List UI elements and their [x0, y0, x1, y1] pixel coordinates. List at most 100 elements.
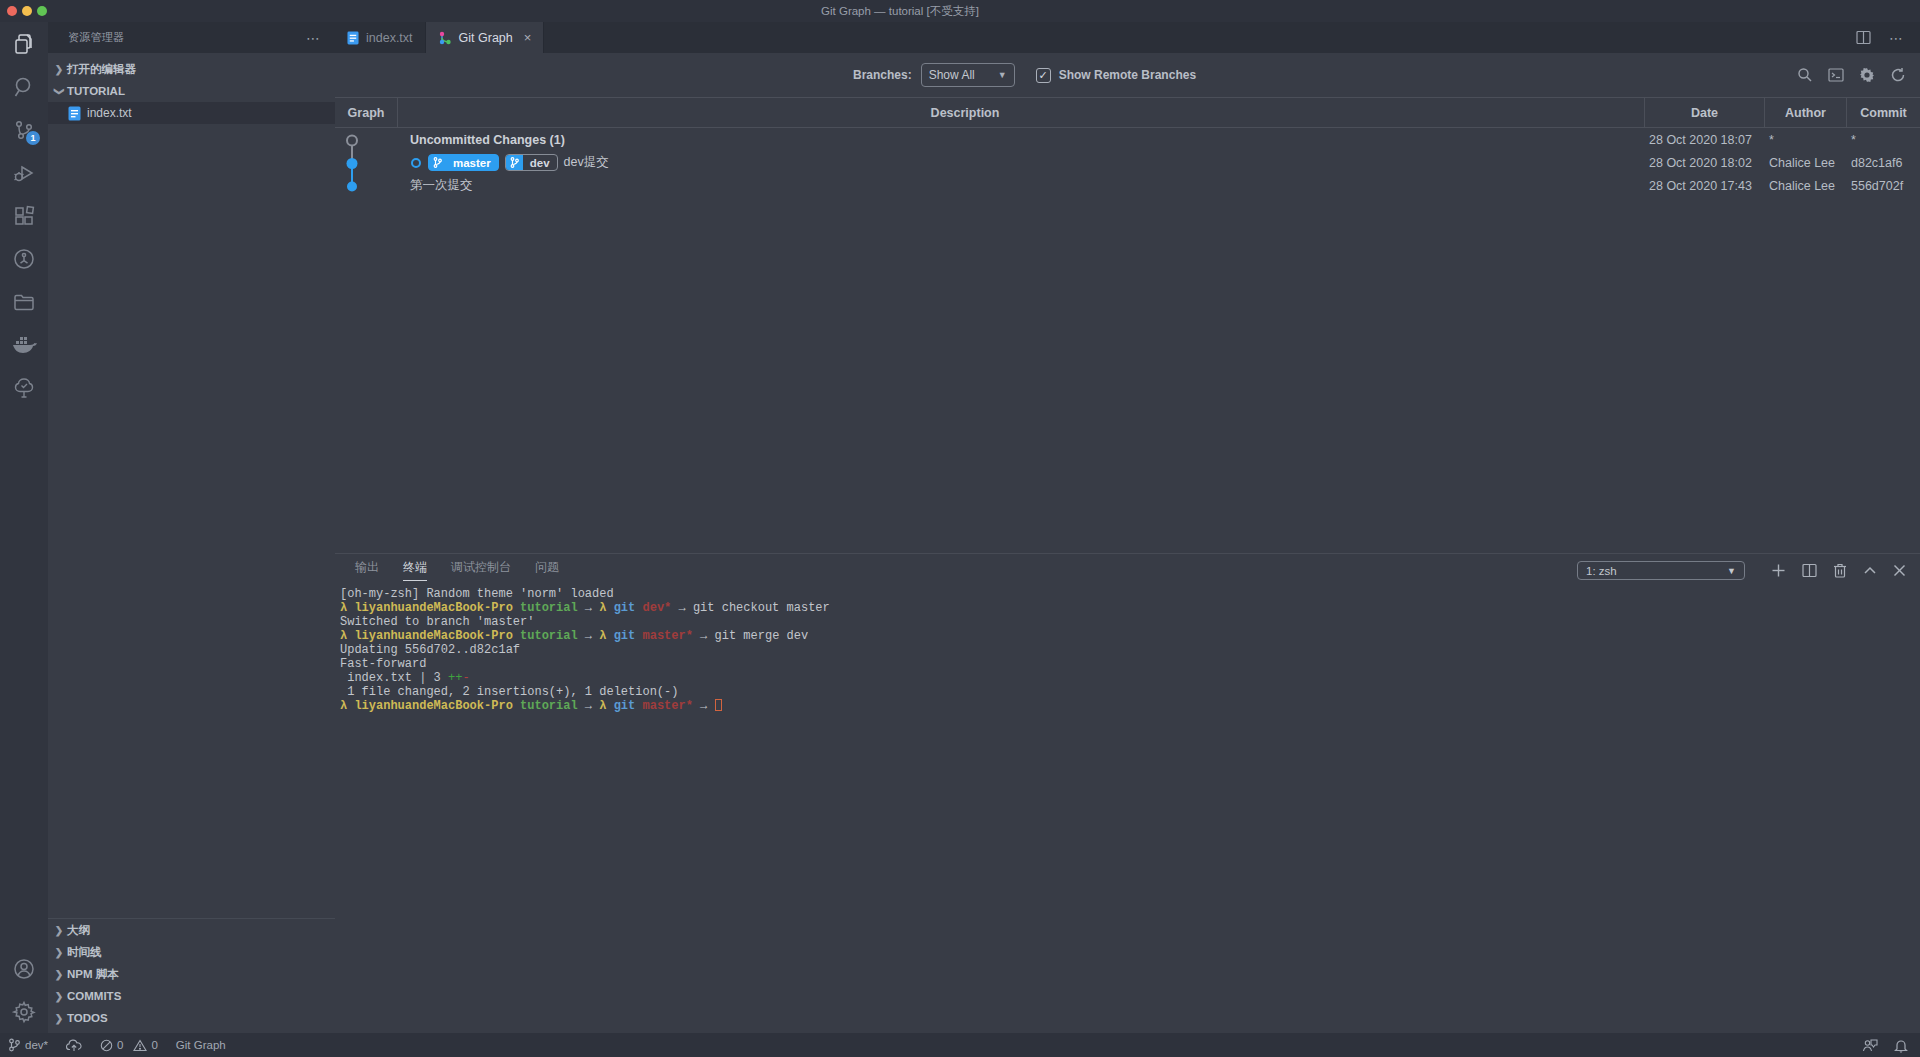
chevron-right-icon: ❯ [51, 991, 67, 1002]
chevron-right-icon: ❯ [51, 1013, 67, 1024]
branch-icon [506, 154, 523, 171]
panel-tab-输出[interactable]: 输出 [355, 555, 379, 580]
commit-row[interactable]: Uncommitted Changes (1)28 Oct 2020 18:07… [335, 128, 1920, 151]
sidebar-section[interactable]: ❯COMMITS [48, 985, 335, 1007]
activity-bar-run-debug[interactable] [0, 151, 48, 194]
terminal-cursor [715, 699, 722, 711]
maximize-panel-icon[interactable] [1863, 564, 1877, 578]
tab-index-txt[interactable]: index.txt [335, 22, 426, 53]
tab-git-graph[interactable]: Git Graph × [426, 22, 545, 53]
activity-bar-search[interactable] [0, 65, 48, 108]
git-graph-toolbar: Branches: Show All ▼ ✓ Show Remote Branc… [335, 53, 1920, 97]
cloud-upload-icon [66, 1039, 82, 1052]
sidebar-explorer: 资源管理器 ⋯ ❯ 打开的编辑器 ❯ TUTORIAL index.txt ❯大… [48, 22, 335, 1033]
branch-badge[interactable]: dev [505, 154, 558, 171]
title-bar: Git Graph — tutorial [不受支持] [0, 0, 1920, 22]
commit-hash: * [1847, 133, 1920, 147]
terminal-line: Fast-forward [340, 657, 1920, 671]
warnings-icon [133, 1039, 147, 1052]
branch-indicator[interactable]: dev* [8, 1038, 48, 1052]
chevron-right-icon: ❯ [51, 969, 67, 980]
kill-terminal-trash-icon[interactable] [1833, 563, 1847, 578]
activity-bar-git-history[interactable] [0, 237, 48, 280]
sidebar-bottom-sections: ❯大纲❯时间线❯NPM 脚本❯COMMITS❯TODOS [48, 918, 335, 1033]
window-title: Git Graph — tutorial [不受支持] [0, 4, 1800, 19]
activity-bar-account[interactable] [0, 947, 48, 990]
column-header-author[interactable]: Author [1765, 98, 1847, 127]
sidebar-section-tutorial[interactable]: ❯ TUTORIAL [48, 80, 335, 102]
activity-bar-remote-explorer[interactable] [0, 280, 48, 323]
commit-hash: d82c1af6 [1847, 156, 1920, 170]
split-terminal-icon[interactable] [1802, 563, 1817, 578]
commit-message: 第一次提交 [410, 177, 473, 194]
commit-date: 28 Oct 2020 17:43 [1645, 179, 1765, 193]
chevron-down-icon: ▼ [998, 70, 1007, 80]
close-tab-icon[interactable]: × [524, 30, 532, 45]
sidebar-file-index-txt[interactable]: index.txt [48, 102, 335, 124]
activity-bar-docker[interactable] [0, 323, 48, 366]
git-graph-status-item[interactable]: Git Graph [176, 1039, 226, 1051]
sidebar-section[interactable]: ❯时间线 [48, 941, 335, 963]
terminal-output[interactable]: [oh-my-zsh] Random theme 'norm' loadedλ … [335, 581, 1920, 713]
commit-table: Graph Description Date Author Commit Unc… [335, 97, 1920, 197]
file-name: index.txt [87, 106, 132, 120]
commit-hash: 556d702f [1847, 179, 1920, 193]
commit-table-header: Graph Description Date Author Commit [335, 97, 1920, 128]
activity-bar: 1 [0, 22, 48, 1033]
commit-author: Chalice Lee [1765, 156, 1847, 170]
sidebar-section[interactable]: ❯NPM 脚本 [48, 963, 335, 985]
notifications-bell-icon[interactable] [1894, 1038, 1908, 1053]
commit-row[interactable]: master dev dev提交 28 Oct 2020 18:02Chalice L… [335, 151, 1920, 174]
column-header-graph[interactable]: Graph [335, 98, 398, 127]
column-header-description[interactable]: Description [398, 98, 1645, 127]
commit-date: 28 Oct 2020 18:02 [1645, 156, 1765, 170]
sidebar-header: 资源管理器 ⋯ [48, 22, 335, 53]
column-header-date[interactable]: Date [1645, 98, 1765, 127]
panel-tab-终端[interactable]: 终端 [403, 555, 427, 581]
panel-actions: 1: zsh ▼ [1577, 561, 1906, 580]
terminal-line: λ liyanhuandeMacBook-Pro tutorial → λ gi… [340, 629, 1920, 643]
activity-bar-test-explorer[interactable] [0, 366, 48, 409]
activity-bar-explorer[interactable] [0, 22, 48, 65]
sidebar-more-actions-icon[interactable]: ⋯ [306, 30, 321, 46]
sidebar-title: 资源管理器 [68, 30, 306, 45]
sidebar-section-open-editors[interactable]: ❯ 打开的编辑器 [48, 58, 335, 80]
sidebar-section[interactable]: ❯TODOS [48, 1007, 335, 1029]
sync-changes-button[interactable] [66, 1039, 82, 1052]
panel-tab-调试控制台[interactable]: 调试控制台 [451, 555, 511, 580]
head-indicator-icon [410, 157, 422, 169]
new-terminal-icon[interactable] [1771, 563, 1786, 578]
terminal-line: 1 file changed, 2 insertions(+), 1 delet… [340, 685, 1920, 699]
activity-bar-source-control[interactable]: 1 [0, 108, 48, 151]
chevron-right-icon: ❯ [51, 64, 67, 75]
split-editor-icon[interactable] [1856, 30, 1871, 45]
terminal-icon[interactable] [1828, 67, 1844, 83]
refresh-icon[interactable] [1890, 67, 1906, 83]
branches-dropdown[interactable]: Show All ▼ [921, 63, 1015, 87]
feedback-icon[interactable] [1862, 1038, 1878, 1052]
activity-bar-extensions[interactable] [0, 194, 48, 237]
chevron-down-icon: ❯ [54, 83, 65, 99]
panel-tab-问题[interactable]: 问题 [535, 555, 559, 580]
scm-badge: 1 [26, 131, 40, 145]
file-icon [68, 106, 81, 121]
commit-message: dev提交 [564, 154, 609, 171]
commit-date: 28 Oct 2020 18:07 [1645, 133, 1765, 147]
search-icon[interactable] [1797, 67, 1813, 83]
show-remote-branches-checkbox[interactable]: ✓ [1036, 68, 1051, 83]
sidebar-section[interactable]: ❯大纲 [48, 919, 335, 941]
status-bar: dev* 0 0 Git Graph [0, 1033, 1920, 1057]
commit-row[interactable]: 第一次提交 28 Oct 2020 17:43Chalice Lee556d702… [335, 174, 1920, 197]
terminal-select[interactable]: 1: zsh ▼ [1577, 561, 1745, 580]
branch-badge[interactable]: master [428, 154, 499, 171]
problems-indicator[interactable]: 0 0 [100, 1039, 158, 1052]
activity-bar-settings[interactable] [0, 990, 48, 1033]
editor-more-actions-icon[interactable]: ⋯ [1889, 30, 1904, 46]
settings-gear-icon[interactable] [1859, 67, 1875, 83]
chevron-down-icon: ▼ [1727, 566, 1736, 576]
file-icon [347, 31, 359, 45]
close-panel-icon[interactable] [1893, 564, 1906, 577]
terminal-line: index.txt | 3 ++- [340, 671, 1920, 685]
commit-author: Chalice Lee [1765, 179, 1847, 193]
column-header-commit[interactable]: Commit [1847, 98, 1920, 127]
